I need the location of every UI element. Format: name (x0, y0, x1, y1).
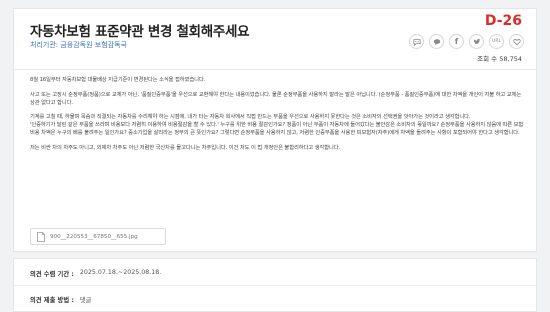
heart-button[interactable] (509, 34, 524, 49)
attachment-filename: 900__220553__67850__655.jpg (50, 233, 138, 240)
facebook-share-button[interactable]: f (449, 34, 464, 49)
url-share-button[interactable]: URL (489, 34, 504, 49)
opinion-period-label: 의견 수렴 기간 : (30, 271, 74, 278)
heart-icon (512, 38, 521, 45)
file-icon (37, 231, 45, 242)
opinion-method-value: 댓글 (79, 297, 92, 304)
opinion-period: 의견 수렴 기간 : 2025.07.18.~2025.08.18. (30, 269, 161, 278)
opinion-method: 의견 제출 방법 : 댓글 (30, 295, 91, 304)
attachment-file[interactable]: 900__220553__67850__655.jpg (30, 228, 166, 245)
facebook-icon: f (454, 37, 459, 46)
processing-agency: 처리기관: 금융감독원 보험감독국 (30, 40, 127, 50)
link-icon: URL (492, 39, 501, 44)
opinion-period-value: 2025.07.18.~2025.08.18. (79, 269, 162, 276)
body-paragraph: 사고 또는 고장시 순정부품(정품)으로 교체가 아닌, '품질인증부품'을 우… (30, 91, 522, 106)
dday-badge: D-26 (484, 13, 522, 29)
view-count: 조회 수 58,754 (477, 53, 522, 63)
view-count-value: 58,754 (499, 55, 522, 63)
opinion-info-card: 의견 수렴 기간 : 2025.07.18.~2025.08.18. 의견 제출… (13, 258, 537, 312)
page-title: 자동차보험 표준약관 변경 철회해주세요 (30, 24, 250, 40)
share-bar: f URL (409, 34, 524, 49)
body-paragraph: 8월 16일부터 자동차보험 대물배상 지급기준이 변경된다는 소식을 접하였습… (30, 77, 206, 83)
header-divider (14, 69, 536, 70)
view-count-label: 조회 수 (477, 55, 498, 63)
info-divider (14, 285, 536, 286)
petition-body: 8월 16일부터 자동차보험 대물배상 지급기준이 변경된다는 소식을 접하였습… (30, 77, 526, 160)
comment-share-button[interactable] (409, 34, 424, 49)
kakao-share-button[interactable] (429, 34, 444, 49)
agency-value[interactable]: 금융감독원 보험감독국 (60, 41, 127, 49)
body-paragraph: '인증하기가 달린 같은 부품을 쓰라며 비용보다 저렴히 이용하여 비용절감을… (30, 122, 524, 136)
opinion-method-label: 의견 제출 방법 : (30, 297, 74, 304)
chat-icon (433, 38, 440, 45)
agency-label: 처리기관: (30, 41, 59, 49)
speech-bubble-icon (412, 38, 421, 46)
body-paragraph: 저는 비싼 차의 차주도 아니고, 외제차 차주도 아닌 저렴한 국산차를 몰고… (30, 144, 341, 151)
twitter-share-button[interactable] (469, 34, 484, 49)
twitter-icon (473, 38, 480, 44)
petition-card: 자동차보험 표준약관 변경 철회해주세요 D-26 처리기관: 금융감독원 보험… (13, 8, 537, 252)
